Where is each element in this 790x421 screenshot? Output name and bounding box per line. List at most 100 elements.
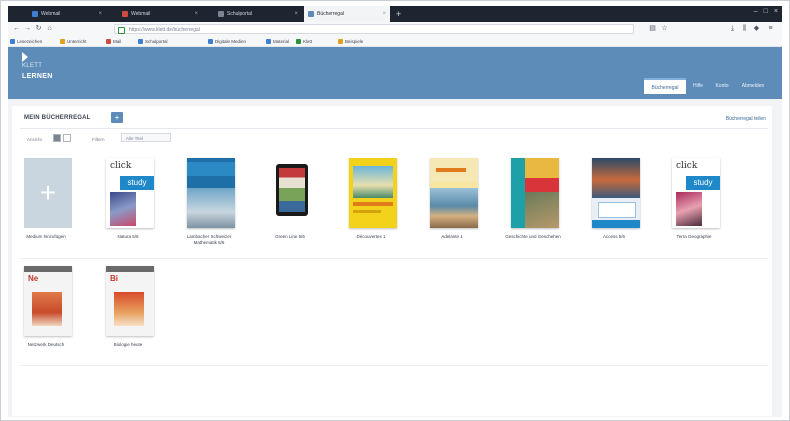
bookmark-item[interactable]: Schulportal (138, 37, 168, 45)
close-icon[interactable]: × (194, 11, 198, 17)
book-caption: Adelante 1 (441, 234, 463, 239)
close-icon[interactable]: × (294, 11, 298, 17)
home-icon[interactable]: ⌂ (45, 24, 54, 33)
bookmark-item[interactable]: Klett (296, 37, 312, 45)
book-tile-add[interactable]: + Medium hinzufügen (12, 158, 80, 254)
book-tile[interactable]: Découvertes 1 (337, 158, 405, 254)
book-cover[interactable] (430, 158, 478, 228)
tab-label: Schulportal (227, 11, 253, 17)
tab-label: Bücherregal (317, 11, 344, 17)
browser-tab-active[interactable]: Bücherregal × (304, 6, 390, 22)
logo-arrow-icon[interactable] (22, 52, 28, 62)
book-caption: Green Line 5/6 (275, 234, 305, 239)
browser-tab[interactable]: Webmail × (28, 6, 106, 22)
book-cover[interactable]: click study (672, 158, 720, 228)
extension-icon[interactable]: ◆ (752, 24, 761, 33)
book-cover[interactable]: Bi (106, 266, 154, 336)
address-bar[interactable]: https://www.klett.de/bücherregal (114, 24, 634, 34)
book-tile[interactable]: Access 5/6 (580, 158, 648, 254)
book-tile[interactable]: Green Line 5/6 (256, 158, 324, 254)
filter-select[interactable]: Alle Titel (121, 133, 171, 142)
bookmark-label: Beispiele (345, 38, 364, 44)
bookmark-icon (10, 38, 15, 44)
brand-line-1[interactable]: KLETT (22, 63, 42, 69)
book-cover[interactable]: click study (106, 158, 154, 228)
book-tile[interactable]: Geschichte und Geschehen (499, 158, 567, 254)
bookmark-label: Mail (113, 38, 122, 44)
bookmark-label: Schulportal (145, 38, 168, 44)
book-caption: Natura 5/6 (117, 234, 139, 239)
header-tab-help[interactable]: Hilfe (688, 78, 708, 94)
bookmark-item[interactable]: Digitale Medien (208, 37, 246, 45)
book-tile[interactable]: Lambacher Schweizer Mathematik 5/6 (175, 158, 243, 254)
book-tile[interactable]: Ne Netzwerk Deutsch (12, 266, 80, 362)
book-cover[interactable] (349, 158, 397, 228)
brand-line-2[interactable]: LERNEN (22, 73, 53, 80)
window-controls: – □ × (754, 8, 778, 15)
grid-view-icon[interactable] (53, 134, 61, 142)
tab-favicon-icon (32, 11, 38, 17)
minimize-icon[interactable]: – (754, 8, 758, 15)
bookmark-item[interactable]: Unterricht (60, 37, 87, 45)
bookmark-item[interactable]: Material (266, 37, 289, 45)
header-tab-account[interactable]: Konto (710, 78, 734, 94)
header-tab-bookshelf[interactable]: Bücherregal (644, 78, 686, 94)
bookmark-star-icon[interactable]: ☆ (660, 24, 669, 33)
browser-navbar: ← → ↻ ⌂ https://www.klett.de/bücherregal… (8, 22, 782, 37)
book-caption: Biologie heute (113, 342, 143, 347)
row-divider (20, 365, 768, 366)
close-icon[interactable]: × (98, 11, 102, 17)
tab-favicon-icon (218, 11, 224, 17)
bookmark-icon (338, 38, 343, 44)
close-icon[interactable]: × (382, 11, 386, 17)
bookmark-icon (106, 38, 111, 44)
book-tile[interactable]: Bi Biologie heute (94, 266, 162, 362)
header-tab-logout[interactable]: Abmelden (736, 78, 770, 94)
menu-icon[interactable]: ≡ (766, 24, 775, 33)
bookmark-icon (296, 38, 301, 44)
bookmark-item[interactable]: Lesezeichen (10, 37, 42, 45)
row-divider (20, 258, 768, 259)
add-media-tile[interactable]: + (24, 158, 72, 228)
book-tile[interactable]: click study Natura 5/6 (94, 158, 162, 254)
lock-icon (118, 27, 125, 34)
bookmark-item[interactable]: Beispiele (338, 37, 363, 45)
book-tile[interactable]: Adelante 1 (418, 158, 486, 254)
new-tab-icon[interactable]: + (394, 9, 403, 19)
bookmark-item[interactable]: Mail (106, 37, 121, 45)
site-header: KLETT LERNEN Bücherregal Hilfe Konto Abm… (8, 47, 782, 99)
book-caption: Terra Geographie (676, 234, 712, 239)
library-icon[interactable]: ⫼ (740, 24, 749, 33)
browser-tab[interactable]: Webmail × (118, 6, 202, 22)
book-tile[interactable]: click study Terra Geographie (660, 158, 728, 254)
bookmark-label: Digitale Medien (215, 38, 247, 44)
divider (20, 128, 768, 129)
reader-icon[interactable]: ▤ (648, 24, 657, 33)
bookshelf-panel (12, 106, 772, 416)
reload-icon[interactable]: ↻ (34, 24, 43, 33)
share-link[interactable]: Bücherregal teilen (726, 116, 766, 122)
book-caption: Geschichte und Geschehen (505, 234, 561, 239)
add-media-button[interactable]: + (111, 112, 123, 123)
book-caption: Lambacher Schweizer Mathematik 5/6 (186, 234, 232, 245)
book-cover[interactable] (268, 158, 316, 228)
tab-label: Webmail (41, 11, 61, 17)
bookmark-icon (138, 38, 143, 44)
book-cover[interactable] (187, 158, 235, 228)
book-cover[interactable]: Ne (24, 266, 72, 336)
book-cover[interactable] (592, 158, 640, 228)
bookmark-label: Lesezeichen (17, 38, 43, 44)
page-title: MEIN BÜCHERREGAL (24, 115, 91, 121)
forward-icon[interactable]: → (23, 24, 32, 33)
list-view-icon[interactable] (63, 134, 71, 142)
downloads-icon[interactable]: ⤓ (728, 24, 737, 33)
plus-icon: + (39, 177, 57, 208)
book-cover[interactable] (511, 158, 559, 228)
browser-tabbar: Webmail × Webmail × Schulportal × Bücher… (8, 6, 782, 22)
filter-label: Filtern (92, 137, 105, 142)
tab-label: Webmail (131, 11, 151, 17)
browser-tab[interactable]: Schulportal × (214, 6, 302, 22)
back-icon[interactable]: ← (12, 24, 21, 33)
close-window-icon[interactable]: × (774, 8, 778, 15)
maximize-icon[interactable]: □ (764, 8, 768, 15)
